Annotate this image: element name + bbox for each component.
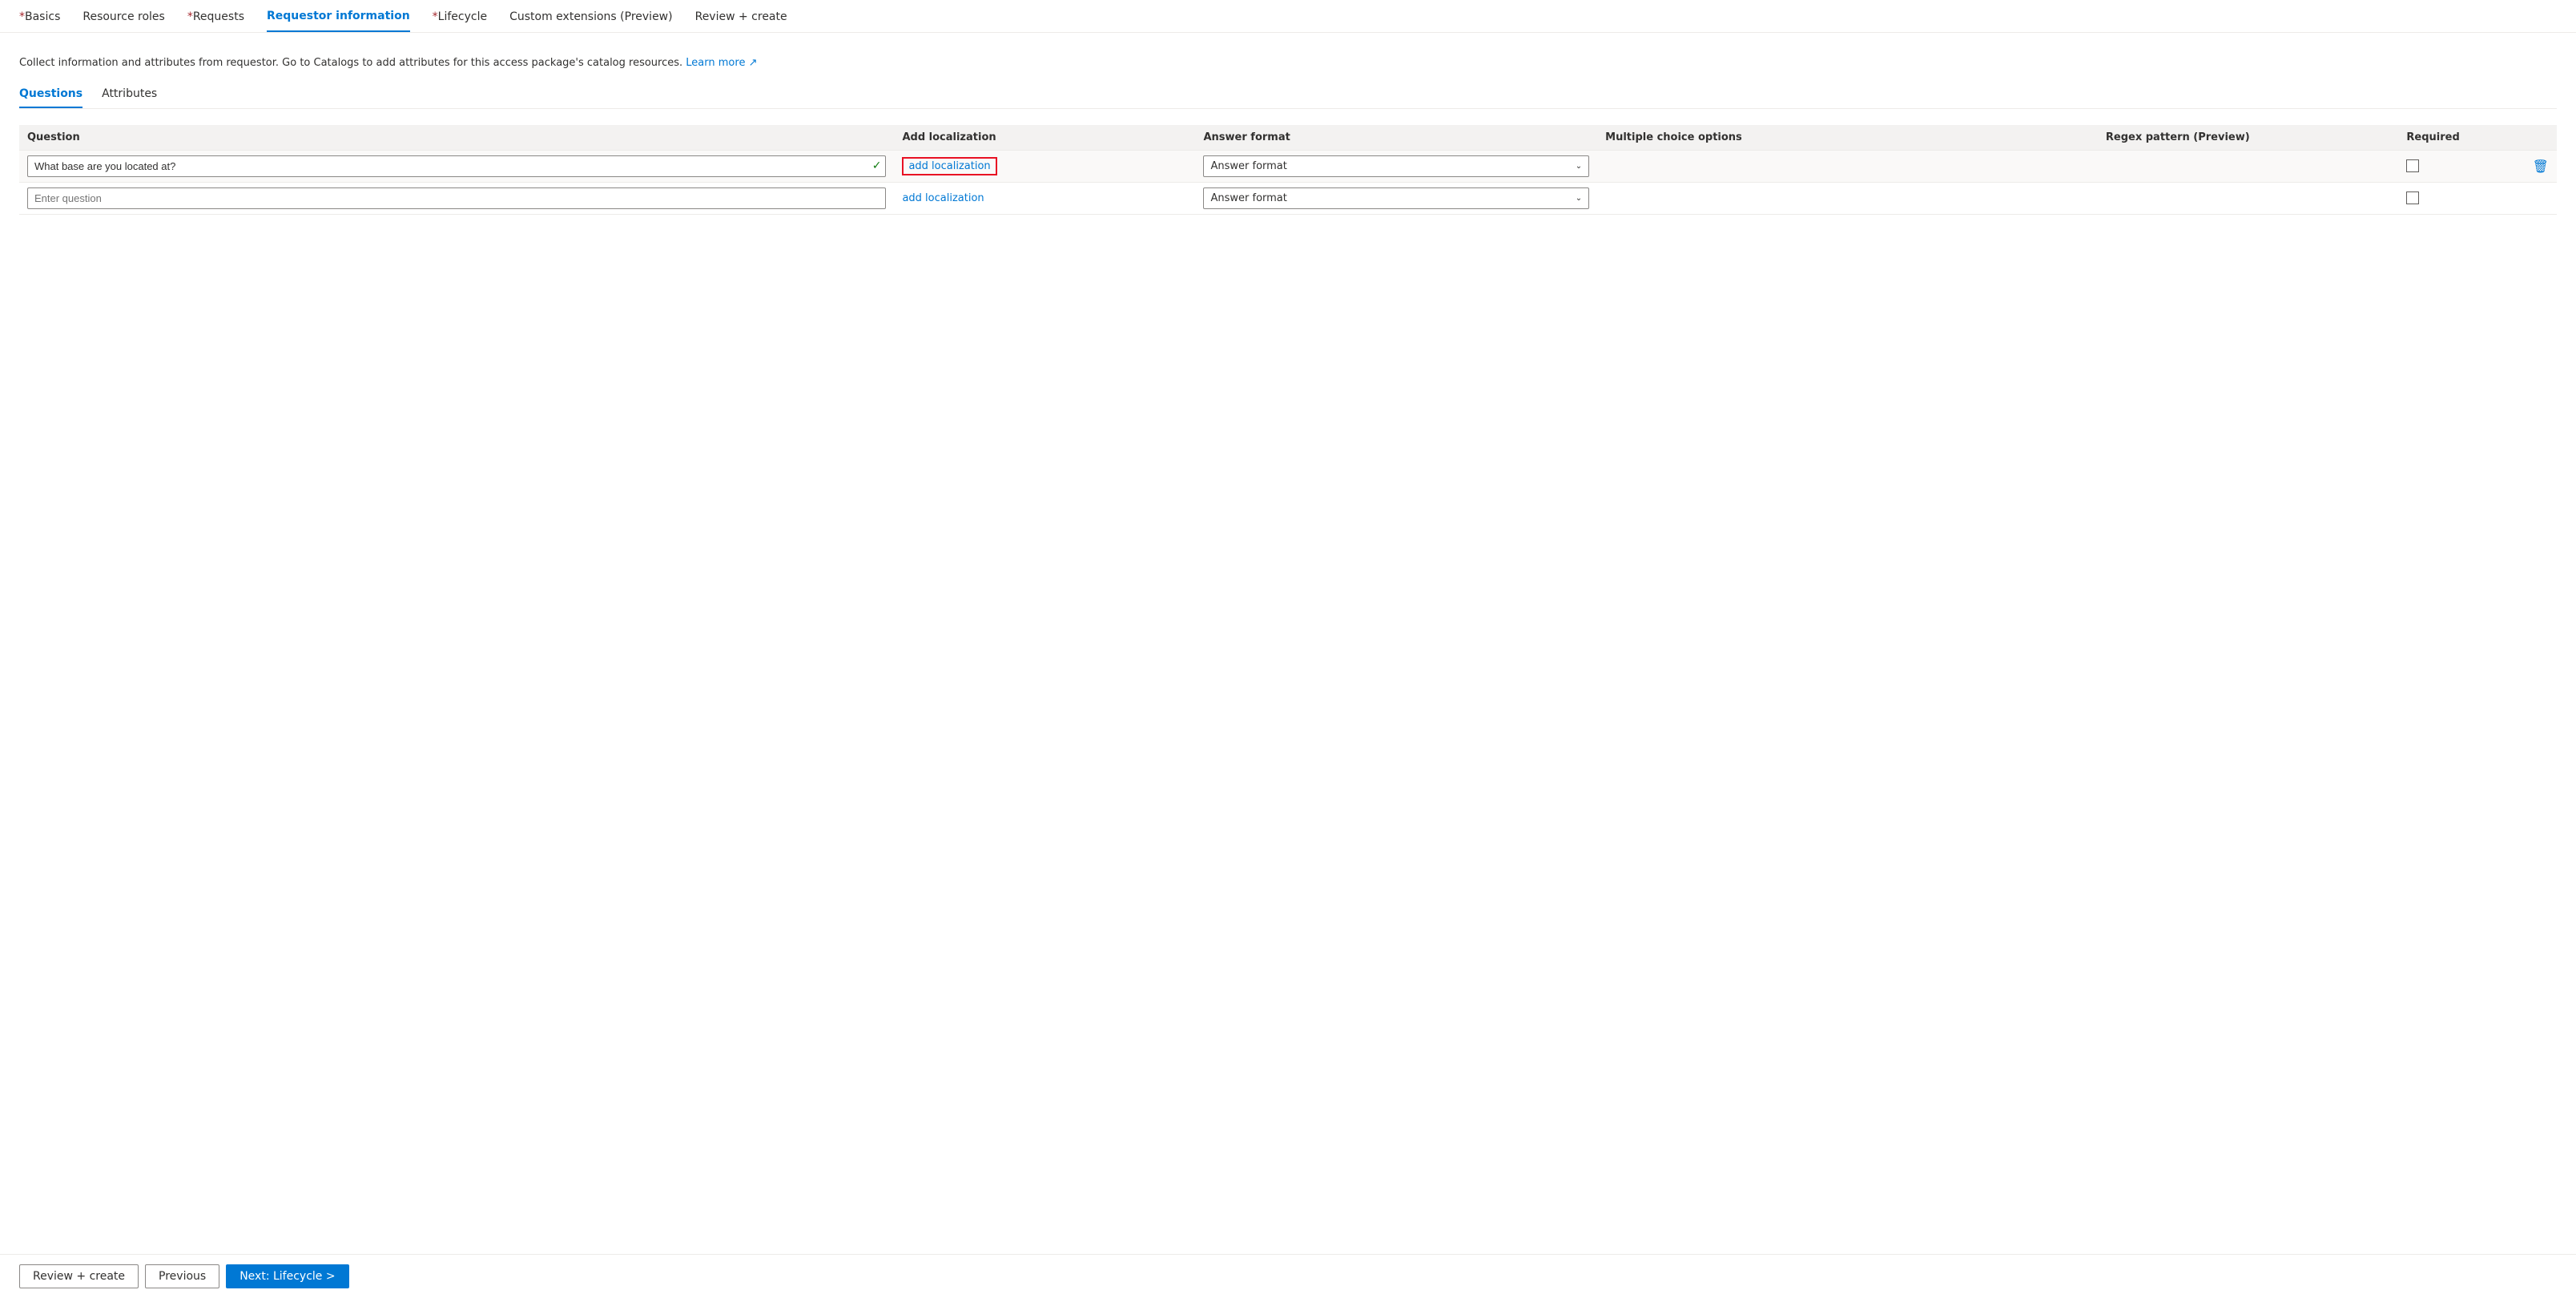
tab-custom-extensions[interactable]: Custom extensions (Preview)	[509, 10, 673, 31]
col-header-regex: Regex pattern (Preview)	[2098, 125, 2399, 151]
required-checkbox-1[interactable]	[2406, 159, 2419, 172]
question-input-1[interactable]	[27, 155, 886, 177]
col-header-question: Question	[19, 125, 894, 151]
col-header-multiple-choice: Multiple choice options	[1597, 125, 2098, 151]
localization-cell-2: add localization	[894, 182, 1195, 214]
required-cell-2	[2398, 182, 2524, 214]
answer-format-dropdown-1[interactable]: Answer format ⌄	[1203, 155, 1589, 177]
next-lifecycle-button[interactable]: Next: Lifecycle >	[226, 1264, 348, 1288]
col-header-required: Required	[2398, 125, 2524, 151]
answer-format-dropdown-2[interactable]: Answer format ⌄	[1203, 187, 1589, 209]
tab-resource-roles[interactable]: Resource roles	[83, 10, 164, 31]
question-cell-2	[19, 182, 894, 214]
col-header-actions	[2525, 125, 2557, 151]
regex-cell-1	[2098, 150, 2399, 182]
tab-requestor-information[interactable]: Requestor information	[267, 10, 410, 32]
answer-format-cell-1: Answer format ⌄	[1195, 150, 1597, 182]
previous-button[interactable]: Previous	[145, 1264, 219, 1288]
review-create-button[interactable]: Review + create	[19, 1264, 139, 1288]
add-localization-link-2[interactable]: add localization	[902, 192, 984, 204]
delete-icon-1[interactable]: 🗑	[2533, 159, 2549, 174]
required-star: *	[19, 10, 25, 23]
actions-cell-2	[2525, 182, 2557, 214]
question-input-wrapper-2	[27, 187, 886, 209]
regex-cell-2	[2098, 182, 2399, 214]
description-text: Collect information and attributes from …	[19, 55, 2557, 71]
tab-requests[interactable]: *Requests	[187, 10, 244, 31]
multiple-choice-cell-1	[1597, 150, 2098, 182]
required-star: *	[433, 10, 438, 23]
checkmark-icon: ✓	[872, 159, 882, 172]
sub-tab-attributes[interactable]: Attributes	[102, 87, 157, 108]
localization-cell-1: add localization	[894, 150, 1195, 182]
chevron-down-icon: ⌄	[1576, 194, 1582, 203]
question-input-2[interactable]	[27, 187, 886, 209]
footer: Review + create Previous Next: Lifecycle…	[0, 1254, 2576, 1298]
add-localization-link-1[interactable]: add localization	[902, 157, 996, 175]
tab-basics[interactable]: *Basics	[19, 10, 60, 31]
tab-review-create[interactable]: Review + create	[695, 10, 787, 31]
col-header-answer-format: Answer format	[1195, 125, 1597, 151]
chevron-down-icon: ⌄	[1576, 162, 1582, 171]
sub-tabs: Questions Attributes	[19, 87, 2557, 109]
tab-lifecycle[interactable]: *Lifecycle	[433, 10, 487, 31]
multiple-choice-cell-2	[1597, 182, 2098, 214]
table-header-row: Question Add localization Answer format …	[19, 125, 2557, 151]
question-cell-1: ✓	[19, 150, 894, 182]
required-checkbox-2[interactable]	[2406, 191, 2419, 204]
required-star: *	[187, 10, 193, 23]
question-input-wrapper-1: ✓	[27, 155, 886, 177]
col-header-localization: Add localization	[894, 125, 1195, 151]
table-row: ✓ add localization Answer format ⌄	[19, 150, 2557, 182]
required-cell-1	[2398, 150, 2524, 182]
questions-table: Question Add localization Answer format …	[19, 125, 2557, 215]
nav-tabs: *Basics Resource roles *Requests Request…	[0, 0, 2576, 33]
learn-more-link[interactable]: Learn more ↗	[686, 57, 757, 69]
table-row: add localization Answer format ⌄	[19, 182, 2557, 214]
actions-cell-1: 🗑	[2525, 150, 2557, 182]
answer-format-cell-2: Answer format ⌄	[1195, 182, 1597, 214]
sub-tab-questions[interactable]: Questions	[19, 87, 83, 108]
main-content: Collect information and attributes from …	[0, 42, 2576, 1254]
